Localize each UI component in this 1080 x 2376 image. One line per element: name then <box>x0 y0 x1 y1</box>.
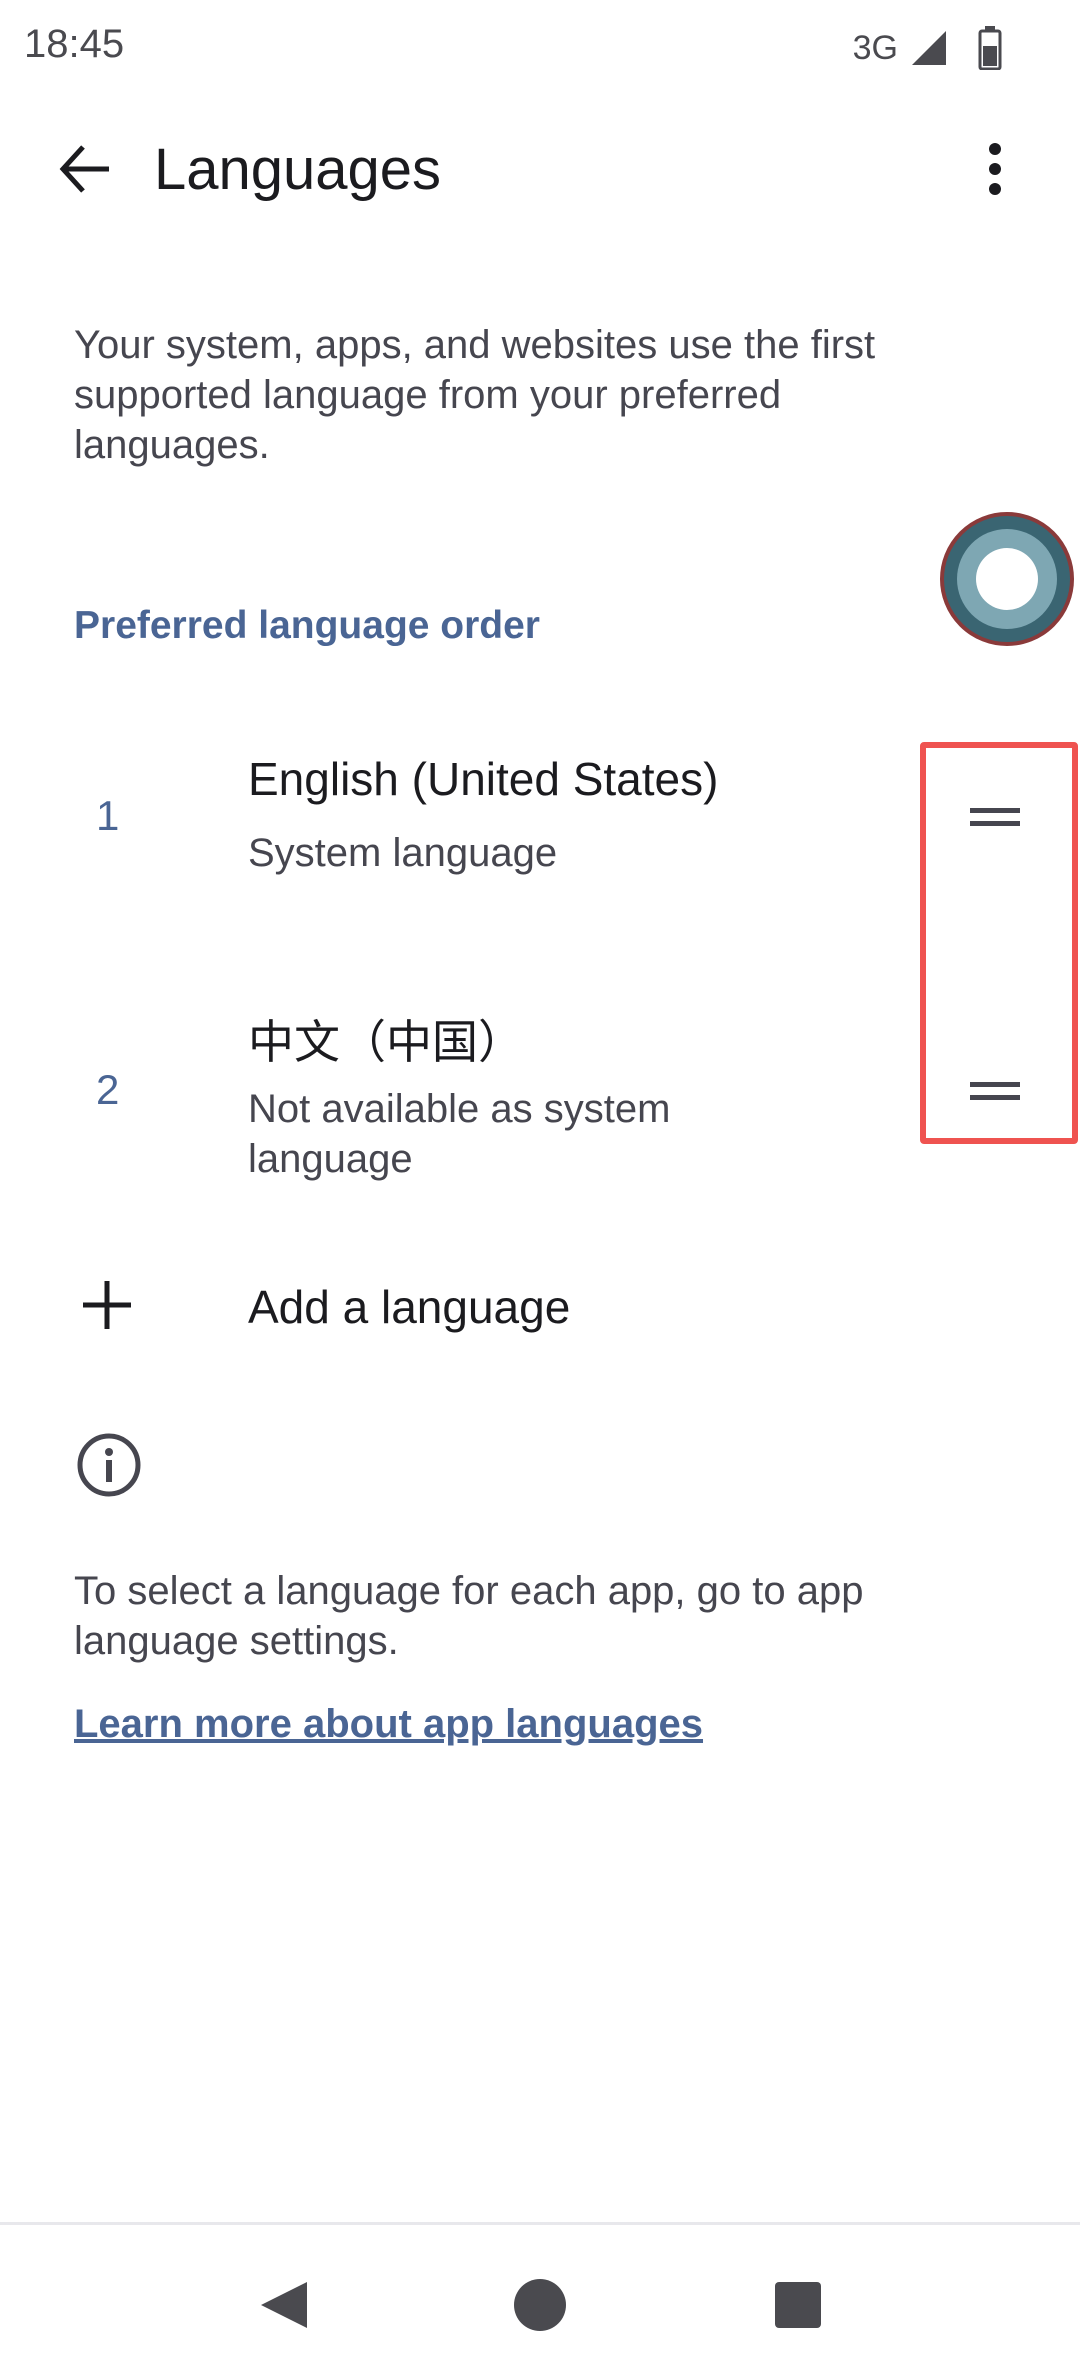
nav-back-icon <box>261 2282 307 2328</box>
nav-back-button[interactable] <box>244 2265 324 2345</box>
network-type: 3G <box>852 28 898 67</box>
language-name: 中文（中国） <box>248 1016 524 1068</box>
info-text: To select a language for each app, go to… <box>74 1569 864 1663</box>
page-title: Languages <box>154 137 442 202</box>
drag-handle[interactable] <box>950 782 1040 852</box>
intro-text: Your system, apps, and websites use the … <box>74 323 876 467</box>
language-order-number: 1 <box>96 792 120 839</box>
signal-icon <box>912 31 946 65</box>
info-icon <box>77 1433 141 1497</box>
learn-more-link[interactable]: Learn more about app languages <box>74 1702 703 1747</box>
drag-handle-icon <box>970 1082 1020 1100</box>
floating-indicator-ring <box>957 529 1057 629</box>
more-options-button[interactable] <box>950 124 1040 214</box>
language-subtitle: Not available as system language <box>248 1087 671 1181</box>
nav-recents-button[interactable] <box>758 2265 838 2345</box>
battery-icon <box>978 26 1002 70</box>
back-button[interactable] <box>40 124 130 214</box>
drag-handle[interactable] <box>950 1056 1040 1126</box>
section-header: Preferred language order <box>74 604 540 647</box>
app-bar: Languages <box>0 96 1080 246</box>
more-vert-icon <box>989 143 1001 195</box>
floating-indicator-dot <box>976 548 1038 610</box>
nav-home-icon <box>514 2279 566 2331</box>
floating-touch-indicator[interactable] <box>940 512 1074 646</box>
status-bar: 18:45 3G <box>0 0 1080 96</box>
plus-icon <box>72 1270 142 1340</box>
language-order-number: 2 <box>96 1066 120 1113</box>
drag-handle-icon <box>970 808 1020 826</box>
navigation-bar <box>0 2225 1080 2376</box>
language-name: English (United States) <box>248 753 719 805</box>
nav-recents-icon <box>775 2282 821 2328</box>
language-item-chinese[interactable]: 2 中文（中国） Not available as system languag… <box>0 996 1080 1196</box>
nav-home-button[interactable] <box>500 2265 580 2345</box>
add-language-label: Add a language <box>248 1281 571 1333</box>
status-time: 18:45 <box>24 22 125 66</box>
add-language-button[interactable]: Add a language <box>0 1250 1080 1360</box>
arrow-left-icon <box>59 145 109 193</box>
status-icons: 3G <box>853 26 1002 70</box>
language-item-english[interactable]: 1 English (United States) System languag… <box>0 740 1080 940</box>
languages-screen: 18:45 3G Languages Your system, apps, an… <box>0 0 1080 2376</box>
language-subtitle: System language <box>248 831 558 875</box>
